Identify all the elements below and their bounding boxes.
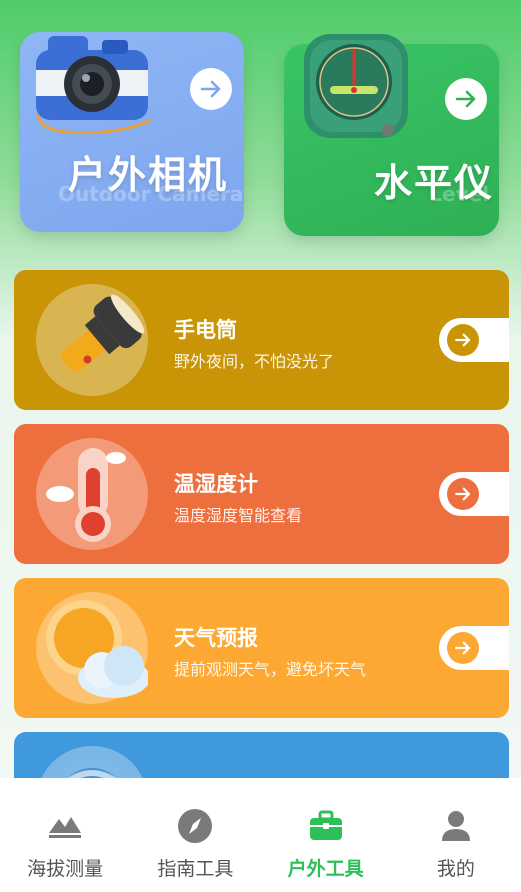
tab-compass[interactable]: 指南工具 [130,778,260,892]
flashlight-icon-circle [36,284,148,396]
tab-profile[interactable]: 我的 [391,778,521,892]
level-card-title: 水平仪 [374,161,495,205]
weather-icon [46,600,150,698]
flashlight-card[interactable]: 手电筒 野外夜间，不怕没光了 [14,270,509,410]
level-icon [304,34,408,138]
arrow-right-icon [455,90,476,108]
weather-card[interactable]: 天气预报 提前观测天气，避免坏天气 [14,578,509,718]
flashlight-desc: 野外夜间，不怕没光了 [174,352,335,371]
tab-outdoor-tools[interactable]: 户外工具 [261,778,391,892]
thermometer-card[interactable]: 温湿度计 温度湿度智能查看 [14,424,509,564]
person-icon [441,811,470,841]
tab-outdoor-tools-label: 户外工具 [287,858,364,880]
tab-altitude[interactable]: 海拔测量 [0,778,130,892]
toolbox-icon [309,810,342,840]
arrow-right-icon [200,80,221,98]
weather-title: 天气预报 [174,626,258,650]
tab-profile-label: 我的 [436,858,475,880]
arrow-right-icon [447,632,479,664]
weather-icon-circle [36,592,150,704]
level-go-button[interactable] [445,78,487,120]
camera-icon [36,36,153,135]
compass-icon [178,809,213,843]
bottom-tab-bar: 海拔测量 指南工具 户外工具 我的 [0,778,521,892]
tab-altitude-label: 海拔测量 [27,858,104,880]
thermometer-icon [46,448,126,542]
thermometer-go-button[interactable] [439,472,509,516]
thermometer-icon-circle [36,438,148,550]
weather-go-button[interactable] [439,626,509,670]
arrow-right-icon [447,478,479,510]
arrow-right-icon [447,324,479,356]
outdoor-camera-card[interactable]: Outdoor Camera 户外相机 [20,32,244,232]
flashlight-icon [61,294,145,373]
camera-card-title: 户外相机 [68,153,229,197]
flashlight-go-button[interactable] [439,318,509,362]
tab-compass-label: 指南工具 [157,858,234,880]
thermometer-desc: 温度湿度智能查看 [174,506,303,525]
thermometer-title: 温湿度计 [174,472,258,496]
flashlight-title: 手电筒 [174,318,237,342]
weather-desc: 提前观测天气，避免坏天气 [174,660,367,679]
mountain-icon [49,817,82,838]
camera-go-button[interactable] [190,68,232,110]
